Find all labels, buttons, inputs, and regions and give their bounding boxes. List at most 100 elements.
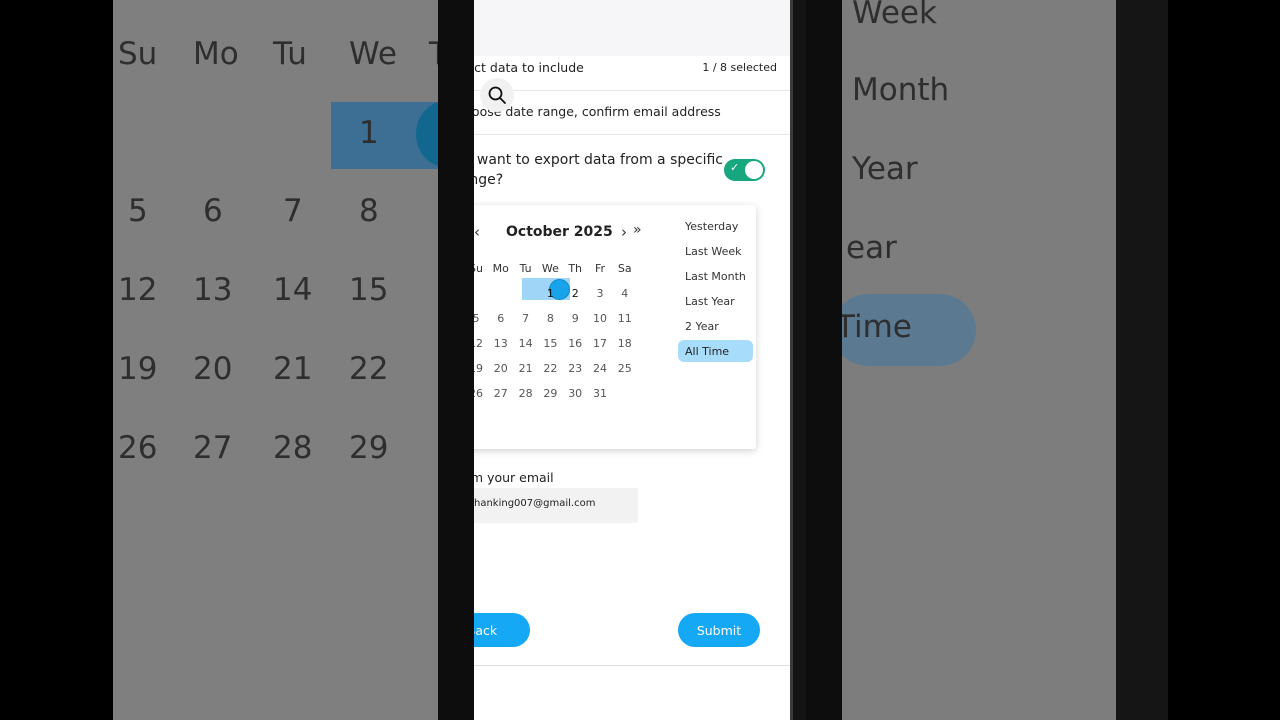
background-weekday: Tu (273, 36, 307, 72)
background-day: 22 (349, 351, 389, 387)
background-preset: Month (852, 72, 950, 108)
weekday-header: Tu (519, 261, 532, 275)
calendar-day[interactable]: 15 (538, 332, 562, 354)
double-chevron-right-icon[interactable]: » (633, 222, 642, 238)
preset-option[interactable]: Last Year (678, 290, 753, 312)
calendar-day[interactable]: 22 (538, 357, 562, 379)
check-icon: ✓ (730, 161, 740, 174)
weekday-header: Fr (594, 261, 606, 275)
bottom-divider (474, 665, 790, 666)
back-button[interactable]: Back (474, 613, 530, 647)
calendar-day[interactable]: 31 (588, 382, 612, 404)
background-weekday: T (429, 36, 438, 72)
background-weekday: Su (118, 36, 158, 72)
calendar-day[interactable]: 29 (538, 382, 562, 404)
calendar-day[interactable]: 23 (563, 357, 587, 379)
calendar-day[interactable]: 18 (613, 332, 637, 354)
background-day: 8 (359, 193, 379, 229)
calendar-day[interactable]: 11 (613, 307, 637, 329)
calendar-day[interactable]: 5 (474, 307, 488, 329)
background-gap-left (438, 0, 474, 720)
email-label: rm your email (474, 470, 554, 485)
calendar-day[interactable]: 16 (563, 332, 587, 354)
calendar-day[interactable]: 12 (474, 332, 488, 354)
phone-edge (790, 0, 806, 720)
background-left-panel: SuMoTuWeT1567812131415119202122226272829… (113, 0, 438, 720)
calendar-day[interactable]: 25 (613, 357, 637, 379)
toggle-knob (745, 161, 763, 179)
selected-count: 1 / 8 selected (702, 61, 777, 74)
step-row-date-range[interactable]: hoose date range, confirm email address (474, 91, 790, 135)
background-day: 15 (349, 272, 389, 308)
background-day: 7 (283, 193, 303, 229)
background-day: 26 (118, 430, 158, 466)
background-preset: Week (852, 0, 937, 31)
calendar-day[interactable]: 1 (538, 282, 562, 304)
calendar-day[interactable]: 13 (489, 332, 513, 354)
background-day: 29 (349, 430, 389, 466)
calendar-day[interactable]: 3 (588, 282, 612, 304)
calendar-day[interactable]: 14 (514, 332, 538, 354)
background-day: 5 (128, 193, 148, 229)
background-day: 13 (193, 272, 233, 308)
background-day: 14 (273, 272, 313, 308)
background-day: 1 (359, 115, 379, 151)
calendar-month-title: October 2025 (506, 224, 613, 240)
preset-option[interactable]: Yesterday (678, 215, 753, 237)
export-modal-screen: lect data to include 1 / 8 selected hoos… (474, 0, 790, 720)
submit-button[interactable]: Submit (678, 613, 760, 647)
calendar-day[interactable]: 6 (489, 307, 513, 329)
background-right-panel: Week Month Year ear Time (842, 0, 1116, 720)
background-preset: ear (846, 230, 897, 266)
calendar-day[interactable]: 19 (474, 357, 488, 379)
email-field[interactable]: hanking007@gmail.com (474, 488, 638, 523)
background-strip-right (1116, 0, 1168, 720)
calendar-day[interactable]: 20 (489, 357, 513, 379)
step-title: lect data to include (474, 60, 584, 75)
calendar-day[interactable]: 27 (489, 382, 513, 404)
date-picker-popup: ‹ October 2025 › » SuMoTuWeThFrSa1234567… (474, 205, 756, 449)
top-banner (474, 0, 790, 56)
preset-option[interactable]: Last Week (678, 240, 753, 262)
calendar-day[interactable]: 2 (563, 282, 587, 304)
preset-option[interactable]: All Time (678, 340, 753, 362)
background-weekday: Mo (193, 36, 239, 72)
background-preset: Time (842, 309, 912, 345)
date-range-toggle[interactable]: ✓ (724, 159, 765, 181)
calendar-day[interactable]: 28 (514, 382, 538, 404)
calendar-day[interactable]: 26 (474, 382, 488, 404)
background-day: 28 (273, 430, 313, 466)
calendar-day[interactable]: 8 (538, 307, 562, 329)
background-day: 27 (193, 430, 233, 466)
search-icon (488, 86, 506, 104)
background-preset: Year (852, 151, 918, 187)
weekday-header: We (541, 261, 559, 275)
calendar-day[interactable]: 10 (588, 307, 612, 329)
preset-option[interactable]: Last Month (678, 265, 753, 287)
weekday-header: Mo (492, 261, 509, 275)
step-row-select-data[interactable]: lect data to include 1 / 8 selected (474, 56, 790, 91)
background-day: 6 (203, 193, 223, 229)
weekday-header: Sa (617, 261, 632, 275)
preset-option[interactable]: 2 Year (678, 315, 753, 337)
background-day: 20 (193, 351, 233, 387)
background-day: 21 (273, 351, 313, 387)
step-description: hoose date range, confirm email address (474, 104, 721, 119)
background-day: 12 (118, 272, 158, 308)
calendar-day[interactable]: 21 (514, 357, 538, 379)
weekday-header: Su (474, 261, 483, 275)
background-day: 19 (118, 351, 158, 387)
calendar-day[interactable]: 4 (613, 282, 637, 304)
email-value: hanking007@gmail.com (474, 498, 596, 509)
calendar-day[interactable]: 9 (563, 307, 587, 329)
calendar-day[interactable]: 17 (588, 332, 612, 354)
weekday-header: Th (568, 261, 583, 275)
search-button[interactable] (480, 78, 514, 112)
chevron-left-icon[interactable]: ‹ (474, 223, 480, 241)
chevron-right-icon[interactable]: › (621, 223, 627, 241)
date-range-question: ou want to export data from a specific r… (474, 152, 723, 188)
calendar-day[interactable]: 7 (514, 307, 538, 329)
calendar-day[interactable]: 24 (588, 357, 612, 379)
background-gap-right (806, 0, 842, 720)
calendar-day[interactable]: 30 (563, 382, 587, 404)
